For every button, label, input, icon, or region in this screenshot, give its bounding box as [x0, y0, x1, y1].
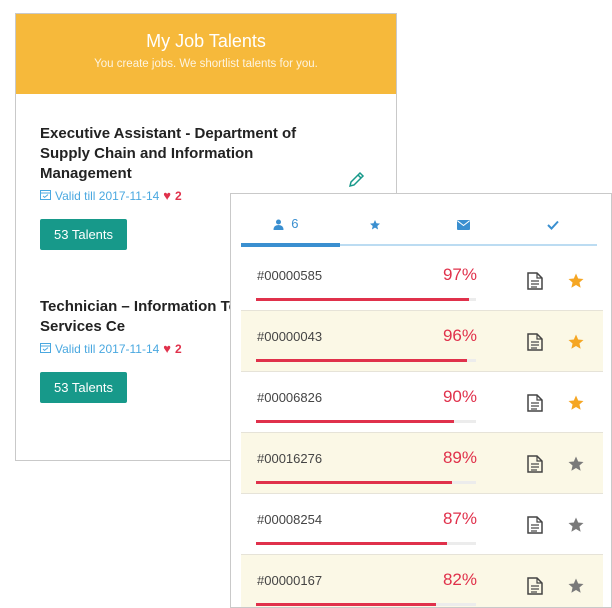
talent-panel: 6 #00000585 97% #00000043 96% #00006826 90% #0… [230, 193, 612, 608]
match-bar [256, 298, 476, 301]
star-icon [369, 216, 381, 231]
talent-id: #00000043 [257, 329, 323, 344]
document-icon[interactable] [527, 272, 543, 295]
star-icon[interactable] [567, 577, 585, 600]
star-icon[interactable] [567, 455, 585, 478]
match-bar [256, 359, 476, 362]
valid-date: Valid till 2017-11-14 [55, 188, 160, 203]
tab-starred[interactable] [330, 208, 419, 242]
document-icon[interactable] [527, 333, 543, 356]
talent-id: #00000167 [257, 573, 323, 588]
heart-icon: ♥ [163, 188, 172, 203]
document-icon[interactable] [527, 516, 543, 539]
match-bar-fill [256, 603, 437, 606]
match-bar-fill [256, 481, 452, 484]
talent-id: #00016276 [257, 451, 323, 466]
match-bar-fill [256, 359, 468, 362]
talent-row[interactable]: #00008254 87% [241, 494, 603, 555]
talent-id: #00000585 [257, 268, 323, 283]
document-icon[interactable] [527, 394, 543, 417]
like-count: 2 [175, 341, 182, 356]
talent-id: #00006826 [257, 390, 323, 405]
match-bar [256, 542, 476, 545]
heart-icon: ♥ [163, 341, 172, 356]
edit-pencil-icon[interactable] [346, 170, 366, 195]
talent-list: #00000585 97% #00000043 96% #00006826 90% #000… [241, 250, 603, 607]
job-header: My Job Talents You create jobs. We short… [16, 14, 396, 94]
talent-row[interactable]: #00000585 97% [241, 250, 603, 311]
document-icon[interactable] [527, 577, 543, 600]
tab-approved[interactable] [508, 208, 597, 242]
match-bar [256, 420, 476, 423]
calendar-icon [40, 189, 51, 203]
tab-talents[interactable]: 6 [241, 208, 330, 242]
valid-date: Valid till 2017-11-14 [55, 341, 160, 356]
match-bar [256, 481, 476, 484]
checkmark-icon [546, 216, 559, 231]
page-title: My Job Talents [146, 31, 266, 51]
match-bar-fill [256, 420, 454, 423]
star-icon[interactable] [567, 394, 585, 417]
star-icon[interactable] [567, 516, 585, 539]
document-icon[interactable] [527, 455, 543, 478]
match-bar [256, 603, 476, 606]
envelope-icon [457, 216, 470, 231]
match-percent: 89% [442, 448, 477, 467]
match-bar-fill [256, 542, 448, 545]
talent-row[interactable]: #00016276 89% [241, 433, 603, 494]
tab-messages[interactable] [419, 208, 508, 242]
talent-id: #00008254 [257, 512, 323, 527]
match-percent: 96% [442, 326, 477, 345]
tab-bar: 6 [241, 208, 597, 242]
talent-row[interactable]: #00006826 90% [241, 372, 603, 433]
star-icon[interactable] [567, 333, 585, 356]
user-icon [273, 216, 288, 231]
page-subtitle: You create jobs. We shortlist talents fo… [94, 58, 318, 70]
talent-row[interactable]: #00000167 82% [241, 555, 603, 607]
match-bar-fill [256, 298, 470, 301]
talents-button[interactable]: 53 Talents [40, 372, 128, 403]
match-percent: 82% [442, 570, 477, 589]
like-count: 2 [175, 188, 182, 203]
match-percent: 97% [442, 265, 477, 284]
job-title[interactable]: Executive Assistant - Department of Supp… [40, 124, 340, 184]
talent-row[interactable]: #00000043 96% [241, 311, 603, 372]
match-percent: 90% [442, 387, 477, 406]
tab-active-indicator [241, 243, 340, 247]
match-percent: 87% [442, 509, 477, 528]
star-icon[interactable] [567, 272, 585, 295]
talents-button[interactable]: 53 Talents [40, 219, 128, 250]
calendar-icon [40, 342, 51, 356]
talents-count: 6 [291, 216, 299, 231]
